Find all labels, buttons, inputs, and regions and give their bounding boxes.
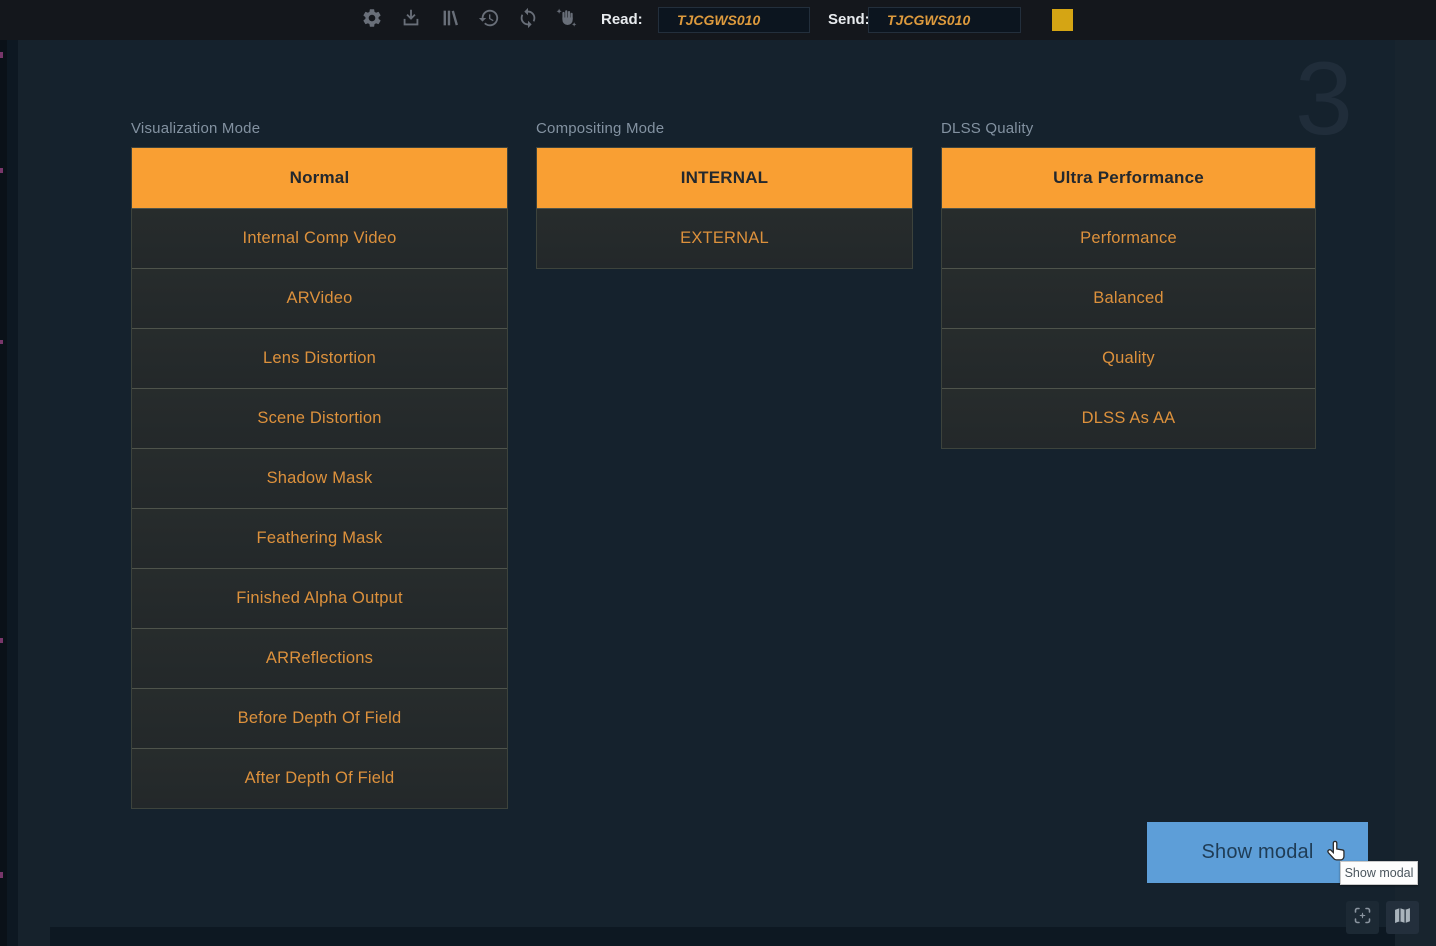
viz-option-lens-distortion[interactable]: Lens Distortion <box>132 328 507 388</box>
compositing-mode-options: INTERNAL EXTERNAL <box>536 147 913 269</box>
focus-frame-icon <box>1352 905 1373 931</box>
send-input[interactable] <box>868 7 1021 33</box>
read-label: Read: <box>601 0 643 40</box>
edge-artifact <box>0 52 3 58</box>
viz-option-before-depth-of-field[interactable]: Before Depth Of Field <box>132 688 507 748</box>
gear-icon <box>361 7 383 34</box>
edge-artifact <box>0 638 3 643</box>
visualization-mode-header: Visualization Mode <box>131 120 508 138</box>
toolbar-icon-group <box>360 8 579 32</box>
dlss-quality-options: Ultra Performance Performance Balanced Q… <box>941 147 1316 449</box>
viz-option-arreflections[interactable]: ARReflections <box>132 628 507 688</box>
compositing-mode-header: Compositing Mode <box>536 120 913 138</box>
viz-option-scene-distortion[interactable]: Scene Distortion <box>132 388 507 448</box>
download-tray-icon <box>400 7 422 34</box>
history-button[interactable] <box>477 8 501 32</box>
visualization-mode-options: Normal Internal Comp Video ARVideo Lens … <box>131 147 508 809</box>
dlss-option-ultra-performance[interactable]: Ultra Performance <box>942 148 1315 208</box>
refresh-sync-icon <box>517 7 539 34</box>
dlss-quality-group: DLSS Quality Ultra Performance Performan… <box>941 120 1316 449</box>
show-modal-button[interactable]: Show modal <box>1147 822 1368 883</box>
comp-option-external[interactable]: EXTERNAL <box>537 208 912 268</box>
left-margin-band <box>18 40 50 946</box>
magic-hand-icon <box>556 7 578 34</box>
viz-option-internal-comp-video[interactable]: Internal Comp Video <box>132 208 507 268</box>
viz-option-feathering-mask[interactable]: Feathering Mask <box>132 508 507 568</box>
history-clock-icon <box>478 7 500 34</box>
edge-artifact <box>0 340 3 344</box>
read-input[interactable] <box>658 7 810 33</box>
compositing-mode-group: Compositing Mode INTERNAL EXTERNAL <box>536 120 913 269</box>
screen-left-edge <box>0 0 7 946</box>
viz-option-after-depth-of-field[interactable]: After Depth Of Field <box>132 748 507 808</box>
settings-button[interactable] <box>360 8 384 32</box>
edge-artifact <box>0 168 3 173</box>
minimap-button[interactable] <box>1386 901 1419 934</box>
right-margin-band <box>1395 40 1436 946</box>
viz-option-normal[interactable]: Normal <box>132 148 507 208</box>
edge-artifact <box>0 872 3 878</box>
library-books-icon <box>439 7 461 34</box>
show-modal-tooltip: Show modal <box>1340 861 1418 885</box>
magic-hand-button[interactable] <box>555 8 579 32</box>
download-button[interactable] <box>399 8 423 32</box>
viz-option-finished-alpha-output[interactable]: Finished Alpha Output <box>132 568 507 628</box>
dlss-option-dlss-as-aa[interactable]: DLSS As AA <box>942 388 1315 448</box>
refresh-button[interactable] <box>516 8 540 32</box>
status-square <box>1052 9 1073 31</box>
top-toolbar: Read: Send: <box>0 0 1436 40</box>
viz-option-shadow-mask[interactable]: Shadow Mask <box>132 448 507 508</box>
viz-option-arvideo[interactable]: ARVideo <box>132 268 507 328</box>
dlss-option-quality[interactable]: Quality <box>942 328 1315 388</box>
dlss-option-balanced[interactable]: Balanced <box>942 268 1315 328</box>
library-button[interactable] <box>438 8 462 32</box>
send-label: Send: <box>828 0 870 40</box>
dlss-quality-header: DLSS Quality <box>941 120 1316 138</box>
comp-option-internal[interactable]: INTERNAL <box>537 148 912 208</box>
visualization-mode-group: Visualization Mode Normal Internal Comp … <box>131 120 508 809</box>
dlss-option-performance[interactable]: Performance <box>942 208 1315 268</box>
map-icon <box>1392 905 1413 931</box>
focus-reset-button[interactable] <box>1346 901 1379 934</box>
